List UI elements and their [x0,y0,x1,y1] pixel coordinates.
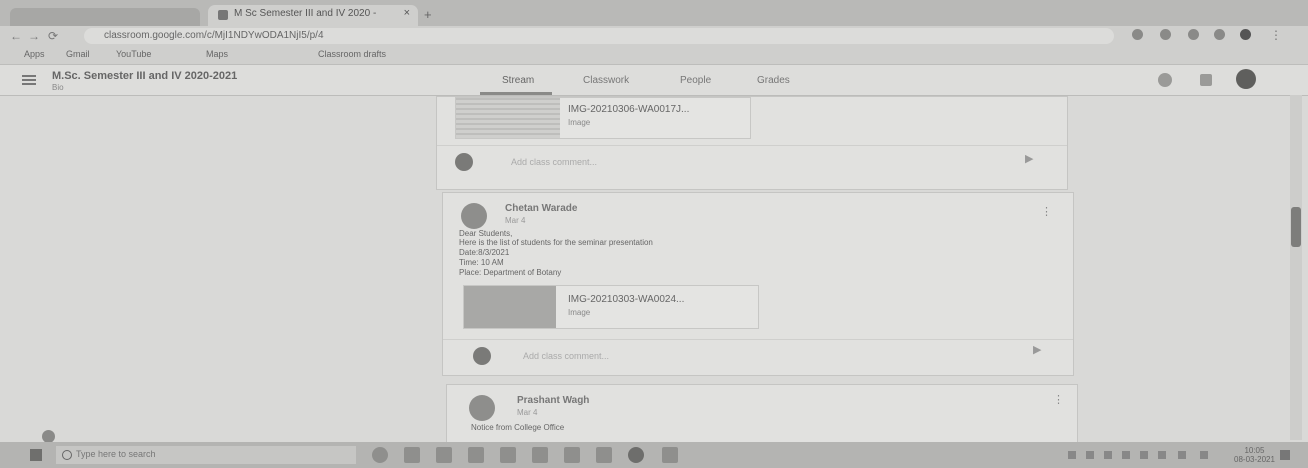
browser-tab[interactable] [10,8,200,26]
battery-icon[interactable] [1158,451,1166,459]
taskbar-search-input[interactable]: Type here to search [56,446,356,464]
tab-classwork[interactable]: Classwork [583,75,629,86]
file-explorer-icon[interactable] [532,447,548,463]
volume-icon[interactable] [1140,451,1148,459]
taskbar-clock[interactable]: 10:05 08-03-2021 [1234,446,1275,464]
taskbar-app-icon[interactable] [468,447,484,463]
post-body-line: Place: Department of Botany [459,268,562,277]
new-tab-button[interactable]: + [424,7,432,22]
close-tab-icon[interactable]: × [404,7,410,19]
star-icon[interactable] [1132,29,1143,40]
browser-tab-active[interactable]: M Sc Semester III and IV 2020 - × [208,5,418,26]
browser-tabstrip: M Sc Semester III and IV 2020 - × + [0,0,1308,26]
class-title[interactable]: M.Sc. Semester III and IV 2020-2021 [52,70,237,82]
main-menu-icon[interactable] [22,75,36,85]
apps-grid-icon[interactable] [1200,74,1212,86]
post-author: Prashant Wagh [517,395,590,406]
extension-icon[interactable] [1188,29,1199,40]
post-date: Mar 4 [505,216,526,225]
address-bar[interactable]: classroom.google.com/c/MjI1NDYwODA1NjI5/… [84,28,1114,44]
post-author: Chetan Warade [505,203,578,214]
stream-post: Prashant Wagh Mar 4 ⋮ Notice from Colleg… [446,384,1078,443]
bookmark-gmail[interactable]: Gmail [66,49,90,59]
active-tab-indicator [480,92,552,95]
bookmarks-bar: Apps Gmail YouTube Maps Classroom drafts [0,46,1308,65]
settings-icon[interactable] [1158,73,1172,87]
author-avatar [469,395,495,421]
chrome-icon[interactable] [628,447,644,463]
attachment-card[interactable]: IMG-20210303-WA0024... Image [463,285,759,329]
post-body-line: Here is the list of students for the sem… [459,238,653,247]
search-icon [62,450,72,460]
divider [443,339,1073,340]
scrollbar-thumb[interactable] [1291,207,1301,247]
classroom-favicon-icon [218,10,228,20]
attachment-name: IMG-20210306-WA0017J... [568,104,690,115]
page-scrollbar[interactable] [1290,95,1302,440]
divider [437,145,1067,146]
extension-icon[interactable] [1160,29,1171,40]
notification-center-icon[interactable] [1280,450,1290,460]
attachment-thumbnail [456,98,560,138]
attachment-name: IMG-20210303-WA0024... [568,294,685,305]
stream-post: Chetan Warade Mar 4 ⋮ Dear Students, Her… [442,192,1074,376]
network-icon[interactable] [1122,451,1130,459]
url-text: classroom.google.com/c/MjI1NDYwODA1NjI5/… [104,30,324,41]
classroom-header: M.Sc. Semester III and IV 2020-2021 Bio … [0,65,1308,96]
tray-icon[interactable] [1086,451,1094,459]
tab-stream[interactable]: Stream [502,75,534,86]
browser-menu-icon[interactable]: ⋮ [1270,28,1282,42]
taskbar-search-placeholder: Type here to search [76,449,156,459]
reload-button[interactable]: ⟳ [48,29,58,43]
taskbar-app-icon[interactable] [436,447,452,463]
comment-input[interactable]: Add class comment... [511,157,597,167]
extension-icon[interactable] [1214,29,1225,40]
clock-date: 08-03-2021 [1234,455,1275,464]
taskbar-app-icon[interactable] [564,447,580,463]
post-body-line: Notice from College Office [471,423,565,432]
tray-icon[interactable] [1104,451,1112,459]
taskbar-app-icon[interactable] [662,447,678,463]
stream-post: IMG-20210306-WA0017J... Image Add class … [436,96,1068,190]
bookmark-apps[interactable]: Apps [24,49,45,59]
tab-grades[interactable]: Grades [757,75,790,86]
bookmark-maps[interactable]: Maps [206,49,228,59]
author-avatar [461,203,487,229]
comment-input[interactable]: Add class comment... [523,351,609,361]
tray-icon[interactable] [1068,451,1076,459]
user-avatar [455,153,473,171]
os-taskbar: Type here to search 10:05 08-03-2021 [0,442,1308,468]
attachment-card[interactable]: IMG-20210306-WA0017J... Image [455,97,751,139]
post-body-line: Time: 10 AM [459,258,504,267]
attachment-type: Image [568,308,591,317]
profile-avatar-icon[interactable] [1240,29,1251,40]
send-icon[interactable]: ▶ [1033,343,1041,356]
taskbar-app-icon[interactable] [500,447,516,463]
tab-title: M Sc Semester III and IV 2020 - [234,8,377,19]
post-more-icon[interactable]: ⋮ [1041,205,1052,218]
forward-button[interactable]: → [28,29,40,43]
windows-start-icon[interactable] [30,449,42,461]
task-view-icon[interactable] [404,447,420,463]
language-icon[interactable] [1200,451,1208,459]
post-body-line: Date:8/3/2021 [459,248,510,257]
bookmark-classroom-drafts[interactable]: Classroom drafts [318,49,386,59]
post-date: Mar 4 [517,408,538,417]
post-more-icon[interactable]: ⋮ [1053,393,1064,406]
class-section: Bio [52,83,64,92]
account-avatar-icon[interactable] [1236,69,1256,89]
send-icon[interactable]: ▶ [1025,152,1033,165]
attachment-thumbnail [464,286,556,328]
taskbar-app-icon[interactable] [596,447,612,463]
clock-time: 10:05 [1244,446,1265,455]
tray-icon[interactable] [1178,451,1186,459]
cortana-icon[interactable] [372,447,388,463]
tab-people[interactable]: People [680,75,711,86]
user-avatar [473,347,491,365]
browser-toolbar: ← → ⟳ classroom.google.com/c/MjI1NDYwODA… [0,26,1308,46]
bookmark-youtube[interactable]: YouTube [116,49,151,59]
back-button[interactable]: ← [10,29,22,43]
attachment-type: Image [568,118,591,127]
